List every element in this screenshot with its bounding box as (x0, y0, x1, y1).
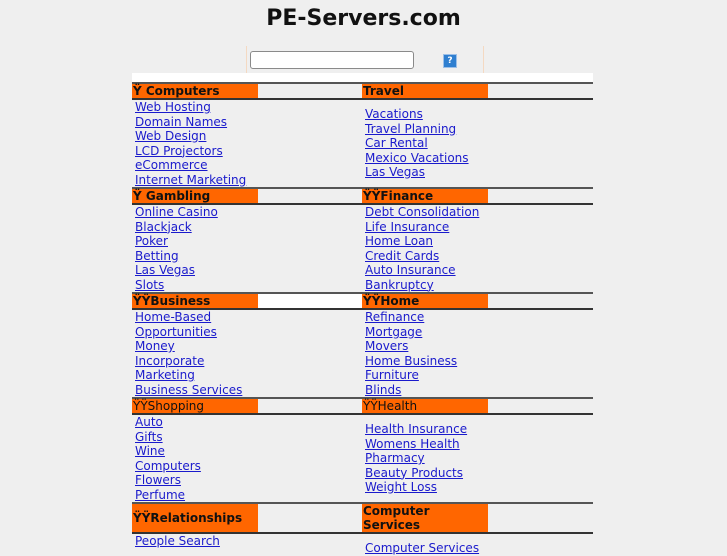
category-link[interactable]: Life Insurance (365, 220, 593, 235)
category-link[interactable]: Online Casino (135, 205, 362, 220)
category-section: ŸŸBusiness ŸŸHome Home-Based Opportuniti… (132, 292, 593, 397)
category-section: ŸŸShopping ŸŸHealth Auto Gifts Wine Comp… (132, 397, 593, 502)
category-link[interactable]: Web Design (135, 129, 362, 144)
category-title: ŸŸShopping (132, 399, 258, 413)
category-link[interactable]: Money (135, 339, 362, 354)
category-link[interactable]: Business Services (135, 383, 362, 398)
category-link[interactable]: Las Vegas (365, 165, 593, 180)
category-link[interactable]: Poker (135, 234, 362, 249)
link-list: Home-Based Opportunities Money Incorpora… (132, 310, 362, 397)
category-link[interactable]: Car Rental (365, 136, 593, 151)
category-section: Ÿ Gambling ŸŸFinance Online Casino Black… (132, 187, 593, 292)
category-link[interactable]: Refinance (365, 310, 593, 325)
category-link[interactable]: Domain Names (135, 115, 362, 130)
category-link[interactable]: Movers (365, 339, 593, 354)
category-link[interactable]: Home Loan (365, 234, 593, 249)
category-link[interactable]: eCommerce (135, 158, 362, 173)
category-link[interactable]: Weight Loss (365, 480, 593, 495)
category-link[interactable]: Computers (135, 459, 362, 474)
category-link[interactable]: Travel Planning (365, 122, 593, 137)
category-link[interactable]: Credit Cards (365, 249, 593, 264)
search-bar: ? (246, 46, 484, 74)
category-link[interactable]: Las Vegas (135, 263, 362, 278)
category-link[interactable]: Auto (135, 415, 362, 430)
category-link[interactable]: Womens Health (365, 437, 593, 452)
category-link[interactable]: Internet Marketing (135, 173, 362, 188)
category-title: ŸŸHealth (362, 399, 488, 413)
category-link[interactable]: Computer Services (365, 541, 593, 556)
category-link[interactable]: Web Hosting (135, 100, 362, 115)
link-list: Vacations Travel Planning Car Rental Mex… (362, 100, 593, 187)
category-link[interactable]: Vacations (365, 107, 593, 122)
search-input[interactable] (250, 51, 414, 69)
category-title: Travel (362, 84, 488, 98)
category-title: Computer Services (362, 504, 488, 532)
category-link[interactable]: Auto Insurance (365, 263, 593, 278)
category-link[interactable]: Mortgage (365, 325, 593, 340)
link-list: Debt Consolidation Life Insurance Home L… (362, 205, 593, 292)
category-link[interactable]: Marketing (135, 368, 362, 383)
category-title: ŸŸBusiness (132, 294, 258, 308)
category-link[interactable]: Bankruptcy (365, 278, 593, 293)
category-header-row: ŸŸRelationships Computer Services (132, 502, 593, 534)
category-header-row: ŸŸBusiness ŸŸHome (132, 292, 593, 310)
category-link[interactable]: Wine (135, 444, 362, 459)
category-title: ŸŸRelationships (132, 504, 258, 532)
link-list: Web Hosting Domain Names Web Design LCD … (132, 100, 362, 187)
help-icon[interactable]: ? (443, 54, 457, 68)
link-list: Auto Gifts Wine Computers Flowers Perfum… (132, 415, 362, 502)
link-list: Health Insurance Womens Health Pharmacy … (362, 415, 593, 502)
category-link[interactable]: Betting (135, 249, 362, 264)
table-top-strip (132, 73, 593, 82)
category-link[interactable]: Home-Based (135, 310, 362, 325)
category-link[interactable]: Pharmacy (365, 451, 593, 466)
category-link[interactable]: Mexico Vacations (365, 151, 593, 166)
category-title: Ÿ Computers (132, 84, 258, 98)
category-link[interactable]: People Search (135, 534, 362, 549)
category-header-row: Ÿ Gambling ŸŸFinance (132, 187, 593, 205)
category-directory: Ÿ Computers Travel Web Hosting Domain Na… (132, 73, 593, 556)
category-link[interactable]: Blinds (365, 383, 593, 398)
category-link[interactable]: Opportunities (135, 325, 362, 340)
category-link[interactable]: Furniture (365, 368, 593, 383)
site-title: PE-Servers.com (266, 6, 461, 31)
category-link[interactable]: Slots (135, 278, 362, 293)
category-link[interactable]: Flowers (135, 473, 362, 488)
category-header-row: ŸŸShopping ŸŸHealth (132, 397, 593, 415)
category-header-row: Ÿ Computers Travel (132, 82, 593, 100)
category-link[interactable]: Beauty Products (365, 466, 593, 481)
category-link[interactable]: LCD Projectors (135, 144, 362, 159)
link-list: Online Casino Blackjack Poker Betting La… (132, 205, 362, 292)
category-link[interactable]: Incorporate (135, 354, 362, 369)
link-list: Refinance Mortgage Movers Home Business … (362, 310, 593, 397)
category-section: ŸŸRelationships Computer Services People… (132, 502, 593, 556)
category-section: Ÿ Computers Travel Web Hosting Domain Na… (132, 82, 593, 187)
category-title: ŸŸHome (362, 294, 488, 308)
category-link[interactable]: Health Insurance (365, 422, 593, 437)
category-link[interactable]: Gifts (135, 430, 362, 445)
category-link[interactable]: Debt Consolidation (365, 205, 593, 220)
category-link[interactable]: Blackjack (135, 220, 362, 235)
category-link[interactable]: Perfume (135, 488, 362, 503)
category-title: ŸŸFinance (362, 189, 488, 203)
category-link[interactable]: Home Business (365, 354, 593, 369)
category-title: Ÿ Gambling (132, 189, 258, 203)
